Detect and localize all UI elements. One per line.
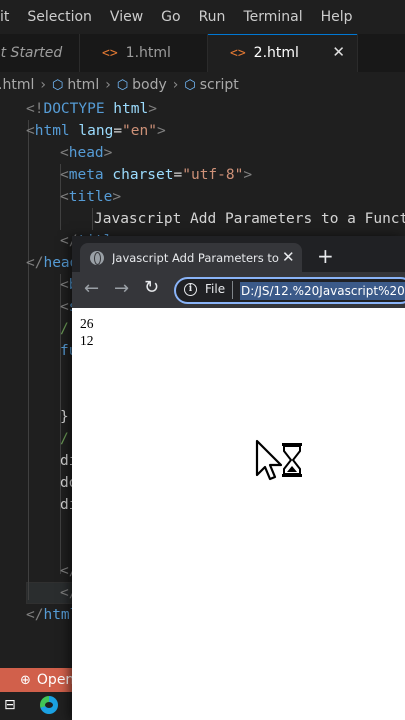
mouse-pointer-icon: [255, 439, 283, 481]
menu-bar: it Selection View Go Run Terminal Help: [0, 0, 405, 34]
breadcrumb-item-html[interactable]: html: [67, 77, 99, 93]
chevron-right-icon: ›: [105, 77, 111, 93]
menu-item-run[interactable]: Run: [193, 9, 232, 25]
code-token: }: [60, 409, 69, 425]
code-line[interactable]: <html lang="en">: [26, 120, 166, 142]
tab-2-html[interactable]: <> 2.html ✕: [208, 34, 358, 72]
code-token: >: [148, 101, 157, 117]
menu-item-edit[interactable]: it: [0, 9, 15, 25]
url-text[interactable]: D:/JS/12.%20Javascript%20F: [240, 282, 405, 300]
tab-label: 2.html: [253, 45, 299, 61]
output-line: 26: [80, 316, 94, 331]
output-line: 12: [80, 333, 94, 348]
code-line[interactable]: <!DOCTYPE html>: [26, 98, 157, 120]
code-line[interactable]: <head>: [60, 142, 112, 164]
menu-item-view[interactable]: View: [104, 9, 149, 25]
tab-label: 1.html: [125, 45, 171, 61]
editor-tab-bar: et Started <> 1.html <> 2.html ✕: [0, 34, 405, 72]
close-icon[interactable]: ✕: [332, 43, 345, 61]
address-divider: [232, 281, 233, 299]
tab-get-started[interactable]: et Started: [0, 34, 80, 72]
cube-icon: ⬡: [116, 77, 129, 93]
code-line[interactable]: </head: [26, 252, 78, 274]
code-token: head: [68, 145, 104, 161]
forward-arrow-icon[interactable]: →: [114, 278, 129, 299]
tab-label: et Started: [0, 45, 63, 61]
code-line[interactable]: <title>: [60, 186, 121, 208]
edge-browser-icon[interactable]: [40, 696, 58, 714]
code-token: >: [112, 189, 122, 205]
reload-icon[interactable]: ↻: [144, 277, 159, 298]
code-line[interactable]: /: [60, 318, 69, 340]
menu-item-help[interactable]: Help: [315, 9, 359, 25]
code-token: html: [104, 101, 149, 117]
code-token: =: [113, 123, 123, 139]
code-token: meta: [68, 167, 104, 183]
code-token: <: [60, 167, 69, 183]
code-token: Javascript Add Parameters to a Functi: [94, 211, 405, 227]
breadcrumb-file[interactable]: .html: [0, 77, 34, 93]
browser-tab-title: Javascript Add Parameters to a Fu: [112, 250, 282, 265]
browser-tab[interactable]: Javascript Add Parameters to a Fu: [80, 243, 302, 272]
globe-icon: ⊕: [20, 672, 31, 688]
html-file-icon: <>: [230, 45, 246, 61]
code-line[interactable]: Javascript Add Parameters to a Functi: [94, 208, 405, 230]
open-label: Open: [36, 672, 75, 688]
tab-1-html[interactable]: <> 1.html: [80, 34, 208, 72]
code-line[interactable]: /: [60, 428, 69, 450]
code-token: <: [60, 277, 69, 293]
code-token: "utf-8": [182, 167, 244, 183]
code-token: >: [243, 167, 253, 183]
breadcrumb-item-body[interactable]: body: [132, 77, 167, 93]
back-arrow-icon[interactable]: ←: [84, 278, 99, 299]
menu-item-selection[interactable]: Selection: [21, 9, 98, 25]
indent-guide: [92, 208, 93, 230]
code-token: "en": [122, 123, 157, 139]
menu-item-terminal[interactable]: Terminal: [237, 9, 308, 25]
hourglass-icon: [282, 443, 302, 477]
code-line[interactable]: }: [60, 406, 69, 428]
code-token: <: [60, 145, 69, 161]
code-token: >: [103, 145, 113, 161]
chevron-right-icon: ›: [40, 77, 46, 93]
code-token: charset: [103, 167, 174, 183]
page-viewport: 26 12: [72, 308, 405, 720]
html-file-icon: <>: [102, 45, 118, 61]
code-token: =: [173, 167, 183, 183]
code-token: /: [60, 321, 69, 337]
indent-guide: [28, 120, 29, 600]
code-line[interactable]: <meta charset="utf-8">: [60, 164, 252, 186]
close-tab-icon[interactable]: ✕: [282, 248, 295, 266]
cube-icon: ⬡: [184, 77, 196, 93]
info-icon[interactable]: i: [184, 283, 197, 296]
code-token: <: [26, 123, 35, 139]
chevron-right-icon: ›: [172, 77, 179, 93]
task-view-icon[interactable]: ⊟: [4, 697, 20, 713]
menu-item-go[interactable]: Go: [155, 9, 186, 25]
code-token: </: [26, 255, 44, 271]
code-token: </: [26, 607, 44, 623]
code-token: DOCTYPE: [43, 101, 105, 117]
new-tab-button[interactable]: +: [317, 244, 334, 268]
code-token: <!: [26, 101, 44, 117]
cube-icon: ⬡: [51, 77, 64, 93]
code-token: <: [60, 299, 69, 315]
breadcrumb: .html › ⬡ html › ⬡ body › ⬡ script: [0, 72, 405, 98]
breadcrumb-item-script[interactable]: script: [200, 77, 239, 93]
code-token: html: [34, 123, 70, 139]
browser-window: Javascript Add Parameters to a Fu ✕ + ← …: [72, 236, 405, 720]
open-in-browser-button[interactable]: ⊕ Open: [0, 668, 74, 692]
code-token: lang: [69, 123, 114, 139]
code-token: /: [60, 431, 69, 447]
code-token: <: [60, 189, 69, 205]
code-line[interactable]: </html: [26, 604, 78, 626]
globe-icon: [90, 250, 104, 265]
code-token: >: [156, 123, 166, 139]
code-token: title: [68, 189, 113, 205]
scheme-label: File: [205, 282, 226, 296]
